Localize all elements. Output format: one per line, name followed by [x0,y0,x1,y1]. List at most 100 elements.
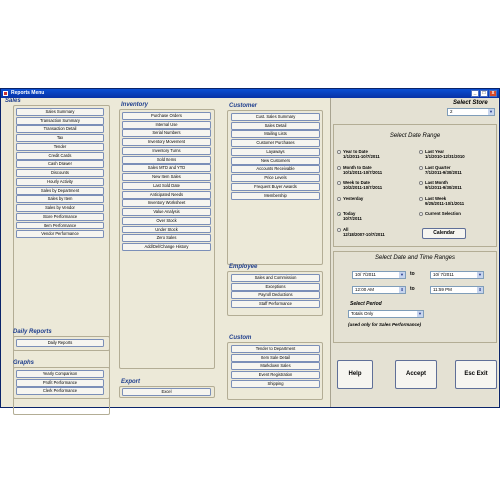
sales-by-item-report-button[interactable]: Sales by Item [16,195,104,204]
inventory-worksheet-report-button[interactable]: Inventory Worksheet [122,199,211,208]
date-option-last-month[interactable]: Last Month 9/1/2011-9/30/2011 [425,180,462,190]
radio-yesterday[interactable] [337,196,341,201]
membership-report-button[interactable]: Membership [231,191,320,200]
calendar-button[interactable]: Calendar [422,228,466,239]
options-panel: Select Store 2 ▼ Select Date Range Year … [330,98,498,407]
excel-report-button[interactable]: Excel [122,388,211,396]
accounts-receivable-report-button[interactable]: Accounts Receivable [231,165,320,174]
value-analysis-report-button[interactable]: Value Analysis [122,208,211,216]
graphs-button-list: Yearly Comparison Profit Performance Clerk… [16,370,104,396]
under-stock-report-button[interactable]: Under Stock [122,225,211,234]
date-option-week-to-date[interactable]: Week to Date 10/2/2011-10/7/2011 [343,180,382,190]
customer-purchases-report-button[interactable]: Customer Purchases [231,139,320,148]
chevron-down-icon[interactable]: ▼ [399,272,405,278]
vendor-performance-report-button[interactable]: Vendor Performance [16,230,104,239]
discounts-report-button[interactable]: Discounts [16,169,104,178]
accept-button[interactable]: Accept [395,360,437,389]
tax-report-button[interactable]: Tax [16,134,104,143]
date-option-all[interactable]: All 12/18/2007-10/7/2011 [343,227,385,237]
chevron-down-icon[interactable]: ▼ [488,109,494,115]
radio-last-year[interactable] [419,150,423,154]
date-option-last-year[interactable]: Last Year 1/1/2010-12/31/2010 [425,149,465,159]
date-option-month-to-date[interactable]: Month to Date 10/1/2011-10/7/2011 [343,165,382,175]
radio-week-to-date[interactable] [337,181,341,185]
credit-cards-report-button[interactable]: Credit Cards [16,151,104,160]
tender-to-department-report-button[interactable]: Tender to Department [231,345,320,353]
radio-all[interactable] [337,227,341,232]
zero-sales-report-button[interactable]: Zero Sales [122,234,211,243]
help-button[interactable]: Help [337,360,373,389]
minimize-button[interactable]: _ [471,90,479,97]
date-option-range: 10/1/2011-10/7/2011 [343,169,383,175]
close-button[interactable]: x [489,90,497,97]
daily-reports-report-button[interactable]: Daily Reports [16,339,104,347]
transaction-summary-report-button[interactable]: Transaction Summary [16,116,104,125]
period-select[interactable]: Totals Only ▼ [348,310,424,318]
radio-today[interactable] [337,212,341,216]
exceptions-report-button[interactable]: Exceptions [231,282,320,291]
maximize-button[interactable]: □ [480,90,488,97]
profit-performance-report-button[interactable]: Profit Performance [16,378,104,387]
radio-month-to-date[interactable] [337,165,341,170]
chevron-down-icon[interactable]: ▼ [417,311,423,317]
sales-and-commission-report-button[interactable]: Sales and Commission [231,274,320,282]
inventory-turns-report-button[interactable]: Inventory Turns [122,146,211,155]
transaction-detail-report-button[interactable]: Transaction Detail [16,125,104,134]
yearly-comparison-report-button[interactable]: Yearly Comparison [16,370,104,378]
purchase-orders-report-button[interactable]: Purchase Orders [122,112,211,120]
price-levels-report-button[interactable]: Price Levels [231,174,320,183]
sales-mtd-and-ytd-report-button[interactable]: Sales MTD and YTD [122,164,211,173]
hourly-activity-report-button[interactable]: Hourly Activity [16,177,104,186]
store-select[interactable]: 2 ▼ [447,108,495,116]
date-option-today[interactable]: Today 10/7/2011 [343,211,362,221]
over-stock-report-button[interactable]: Over Stock [122,216,211,225]
cust-sales-summary-report-button[interactable]: Cust. Sales Summary [231,113,320,121]
serial-numbers-report-button[interactable]: Serial Numbers [122,129,211,138]
store-performance-report-button[interactable]: Store Performance [16,212,104,221]
radio-last-week[interactable] [419,196,423,201]
date-option-year-to-date[interactable]: Year to Date 1/1/2011-10/7/2011 [343,149,380,159]
internal-use-report-button[interactable]: Internal Use [122,120,211,129]
item-performance-report-button[interactable]: Item Performance [16,221,104,230]
end-date-field[interactable]: 10/ 7/2011 ▼ [430,271,484,279]
new-item-sales-report-button[interactable]: New Item Sales [122,173,211,182]
end-time-field[interactable]: 11:59 PM ⬍ [430,286,484,294]
start-time-field[interactable]: 12:00 AM ⬍ [352,286,406,294]
cash-drawer-report-button[interactable]: Cash Drawer [16,160,104,169]
item-sale-detail-report-button[interactable]: Item Sale Detail [231,353,320,362]
new-customers-report-button[interactable]: New Customers [231,156,320,165]
stepper-icon[interactable]: ⬍ [477,287,483,293]
date-option-yesterday[interactable]: Yesterday [343,196,363,201]
markdown-sales-report-button[interactable]: Markdown Sales [231,362,320,371]
radio-last-quarter[interactable] [419,165,423,170]
chevron-down-icon[interactable]: ▼ [477,272,483,278]
tender-report-button[interactable]: Tender [16,142,104,151]
clerk-performance-report-button[interactable]: Clerk Performance [16,387,104,396]
date-option-current-selection[interactable]: Current Selection [425,211,461,216]
sales-summary-report-button[interactable]: Sales Summary [16,108,104,116]
sales-detail-report-button[interactable]: Sales Detail [231,121,320,130]
radio-last-month[interactable] [419,181,423,185]
sold-items-report-button[interactable]: Sold Items [122,155,211,164]
radio-year-to-date[interactable] [337,150,341,154]
radio-current-selection[interactable] [419,212,423,216]
start-date-field[interactable]: 10/ 7/2011 ▼ [352,271,406,279]
sales-by-department-report-button[interactable]: Sales by Department [16,186,104,195]
anticipated-needs-report-button[interactable]: Anticipated Needs [122,190,211,199]
start-time-value: 12:00 AM [355,287,375,292]
frequent-buyer-awards-report-button[interactable]: Frequent Buyer Awards [231,182,320,191]
staff-performance-report-button[interactable]: Staff Performance [231,300,320,309]
stepper-icon[interactable]: ⬍ [399,287,405,293]
exit-button[interactable]: Esc Exit [455,360,497,389]
inventory-movement-report-button[interactable]: Inventory Movement [122,138,211,147]
event-registration-report-button[interactable]: Event Registration [231,371,320,380]
last-sold-date-report-button[interactable]: Last Sold Date [122,181,211,190]
payroll-deductions-report-button[interactable]: Payroll Deductions [231,291,320,300]
add-del-change-history-report-button[interactable]: Add/Del/Change History [122,243,211,251]
shipping-report-button[interactable]: Shipping [231,379,320,388]
date-option-last-quarter[interactable]: Last Quarter 7/1/2011-9/30/2011 [425,165,462,175]
sales-by-vendor-report-button[interactable]: Sales by Vendor [16,204,104,212]
date-option-last-week[interactable]: Last Week 9/25/2011-10/1/2011 [425,196,464,206]
layaways-report-button[interactable]: Layaways [231,147,320,156]
mailing-lists-report-button[interactable]: Mailing Lists [231,130,320,139]
